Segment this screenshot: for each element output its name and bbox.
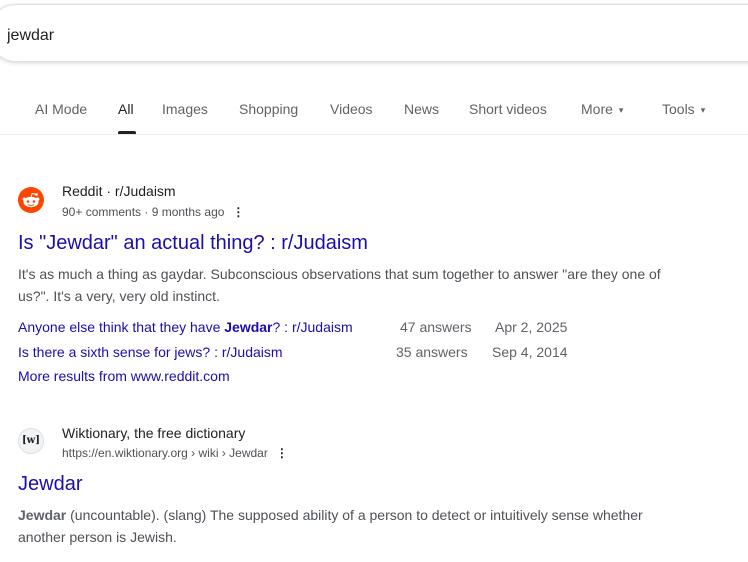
sub-result-title-pre: Anyone else think that they have — [18, 319, 225, 335]
sub-result-date: Sep 4, 2014 — [492, 344, 568, 360]
tab-all[interactable]: All — [118, 101, 134, 117]
site-name[interactable]: Reddit · r/Judaism — [62, 183, 176, 199]
sub-result-date: Apr 2, 2025 — [495, 319, 568, 335]
snippet-line: us?". It's a very, very old instinct. — [18, 288, 220, 304]
result-snippet: It's as much a thing as gaydar. Subconsc… — [18, 263, 733, 307]
tab-shopping[interactable]: Shopping — [239, 101, 298, 117]
search-box[interactable] — [0, 4, 748, 62]
result-title[interactable]: Jewdar — [18, 473, 82, 496]
sub-result-link[interactable]: Anyone else think that they have Jewdar?… — [18, 319, 353, 335]
snippet-line: another person is Jewish. — [18, 529, 177, 545]
tab-short-videos[interactable]: Short videos — [469, 101, 547, 117]
result-url: https://en.wiktionary.org › wiki › Jewda… — [62, 446, 268, 460]
snippet-line: It's as much a thing as gaydar. Subconsc… — [18, 266, 661, 282]
wiktionary-icon[interactable]: [w] — [18, 428, 44, 454]
reddit-icon[interactable] — [18, 187, 44, 213]
result-snippet: Jewdar (uncountable). (slang) The suppos… — [18, 504, 733, 548]
result-meta: 90+ comments · 9 months ago ⋮ — [62, 205, 244, 219]
tab-more-label: More — [581, 101, 613, 117]
result-title[interactable]: Is "Jewdar" an actual thing? : r/Judaism — [18, 232, 368, 255]
snippet-text: (uncountable). (slang) The supposed abil… — [66, 507, 643, 523]
search-result-reddit: Reddit · r/Judaism 90+ comments · 9 mont… — [18, 181, 738, 391]
search-input[interactable] — [7, 27, 707, 45]
search-tabs: AI Mode All Images Shopping Videos News … — [0, 98, 748, 134]
caret-down-icon: ▾ — [618, 105, 624, 115]
tab-videos[interactable]: Videos — [330, 101, 373, 117]
sub-result-title-post: ? : r/Judaism — [272, 319, 353, 335]
sub-result-answers: 35 answers — [396, 344, 468, 360]
sub-result-title-bold: Jewdar — [224, 319, 273, 335]
tab-news[interactable]: News — [404, 101, 439, 117]
tab-tools-label: Tools — [662, 101, 695, 117]
snippet-bold: Jewdar — [18, 507, 67, 523]
site-name[interactable]: Wiktionary, the free dictionary — [62, 425, 245, 441]
sub-result-link[interactable]: Is there a sixth sense for jews? : r/Jud… — [18, 344, 283, 360]
more-results-link[interactable]: More results from www.reddit.com — [18, 368, 230, 384]
result-meta-text: 90+ comments · 9 months ago — [62, 205, 225, 219]
result-meta: https://en.wiktionary.org › wiki › Jewda… — [62, 446, 288, 460]
snippet-line: Jewdar (uncountable). (slang) The suppos… — [18, 504, 733, 526]
tab-more[interactable]: More ▾ — [581, 101, 623, 117]
sub-result-answers: 47 answers — [400, 319, 472, 335]
search-result-wiktionary: [w] Wiktionary, the free dictionary http… — [18, 424, 738, 554]
more-options-icon[interactable]: ⋮ — [232, 205, 244, 219]
tab-images[interactable]: Images — [162, 101, 208, 117]
more-options-icon[interactable]: ⋮ — [276, 446, 288, 460]
tab-ai-mode[interactable]: AI Mode — [35, 101, 87, 117]
caret-down-icon: ▾ — [700, 105, 706, 115]
tab-tools[interactable]: Tools ▾ — [662, 101, 705, 117]
tabs-divider — [0, 134, 748, 135]
